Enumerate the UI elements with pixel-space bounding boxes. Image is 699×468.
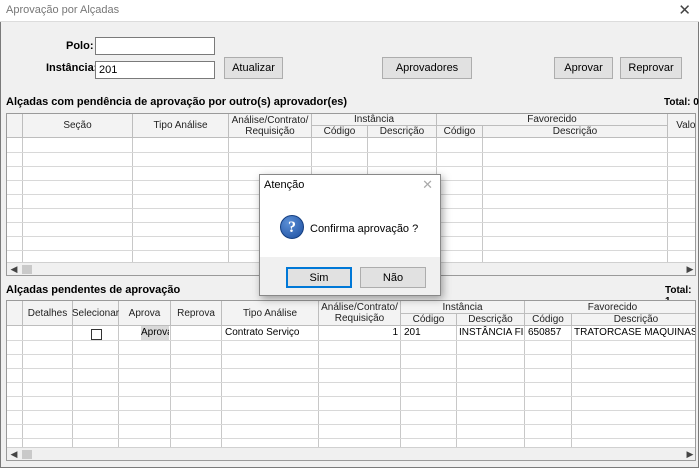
grid2-header-inst-codigo[interactable]: Código — [401, 314, 457, 326]
grid2-title: Alçadas pendentes de aprovação — [6, 284, 181, 296]
question-icon: ? — [280, 215, 304, 239]
aprovar-button[interactable]: Aprovar — [554, 57, 613, 79]
grid2-header-reprova[interactable]: Reprova — [171, 301, 222, 326]
grid-line — [7, 340, 695, 341]
grid1-total: Total: 0 — [664, 97, 699, 108]
grid1-header-analise[interactable]: Análise/Contrato/ Requisição — [229, 114, 312, 138]
grid-line — [228, 138, 229, 262]
grid2-header-selecionar[interactable]: Selecionar — [72, 301, 119, 326]
grid1-header-fav-codigo[interactable]: Código — [437, 126, 483, 138]
grid-line — [7, 152, 695, 153]
tipo-analise-cell: Contrato Serviço — [225, 327, 300, 338]
grid-line — [170, 326, 171, 448]
scroll-right-icon[interactable]: ▶ — [683, 448, 695, 460]
grid-line — [7, 382, 695, 383]
grid-line — [7, 368, 695, 369]
grid2-header-inst-descricao[interactable]: Descrição — [457, 314, 525, 326]
grid1-header-instancia: Instância — [312, 114, 437, 126]
grid2-header-favorecido: Favorecido — [525, 301, 695, 314]
close-icon[interactable]: ✕ — [422, 177, 433, 193]
scroll-right-icon[interactable]: ▶ — [683, 263, 695, 275]
grid-line — [221, 326, 222, 448]
scroll-thumb[interactable] — [22, 450, 32, 459]
polo-label: Polo: — [66, 40, 94, 52]
grid1-title: Alçadas com pendência de aprovação por o… — [6, 96, 348, 108]
title-bar: Aprovação por Alçadas ✕ — [0, 0, 699, 22]
grid-line — [318, 326, 319, 448]
grid2-header-analise[interactable]: Análise/Contrato/ Requisição — [319, 301, 401, 326]
reprovar-button[interactable]: Reprovar — [620, 57, 682, 79]
grid2[interactable]: Detalhes Selecionar Aprova Reprova Tipo … — [6, 300, 696, 461]
grid2-header-instancia: Instância — [401, 301, 525, 314]
scroll-left-icon[interactable]: ◀ — [7, 448, 21, 460]
inst-codigo-cell: 201 — [404, 327, 421, 338]
aprovadores-button[interactable]: Aprovadores — [382, 57, 472, 79]
grid2-header-detalhes[interactable]: Detalhes — [23, 301, 73, 326]
grid1-header-valor[interactable]: Valor — [668, 114, 695, 138]
grid2-header-tipo-analise[interactable]: Tipo Análise — [222, 301, 319, 326]
grid1-header-inst-codigo[interactable]: Código — [312, 126, 368, 138]
grid-line — [482, 138, 483, 262]
grid1-header-inst-descricao[interactable]: Descrição — [368, 126, 437, 138]
grid2-header-fav-codigo[interactable]: Código — [525, 314, 572, 326]
no-button[interactable]: Não — [360, 267, 426, 288]
yes-button[interactable]: Sim — [286, 267, 352, 288]
grid-line — [22, 326, 23, 448]
grid1-corner — [7, 114, 23, 138]
polo-input[interactable] — [95, 37, 215, 55]
confirm-dialog: Atenção ✕ ? Confirma aprovação ? Sim Não — [259, 174, 441, 296]
grid-line — [7, 424, 695, 425]
instancia-input[interactable]: 201 — [95, 61, 215, 79]
dialog-message: Confirma aprovação ? — [310, 223, 419, 235]
dialog-body: ? Confirma aprovação ? — [260, 195, 440, 257]
grid-line — [132, 138, 133, 262]
aprova-cell[interactable]: Aprova — [141, 326, 169, 340]
grid-line — [7, 438, 695, 439]
atualizar-button[interactable]: Atualizar — [224, 57, 283, 79]
grid1-header-favorecido: Favorecido — [437, 114, 668, 126]
grid2-corner — [7, 301, 23, 326]
close-icon[interactable]: ✕ — [678, 1, 691, 19]
grid-line — [667, 138, 668, 262]
grid2-header-aprova[interactable]: Aprova — [119, 301, 171, 326]
grid-line — [7, 166, 695, 167]
fav-descricao-cell: TRATORCASE MAQUINAS AGF — [574, 327, 696, 338]
grid2-header-fav-descricao[interactable]: Descrição — [572, 314, 695, 326]
instancia-label: Instância: — [46, 62, 98, 74]
grid1-header-secao[interactable]: Seção — [23, 114, 133, 138]
grid-line — [118, 326, 119, 448]
grid-line — [7, 396, 695, 397]
scroll-thumb[interactable] — [22, 265, 32, 274]
grid2-hscrollbar[interactable]: ◀ ▶ — [7, 447, 695, 460]
grid-line — [571, 326, 572, 448]
grid-line — [400, 326, 401, 448]
dialog-title: Atenção — [264, 179, 305, 191]
window-title: Aprovação por Alçadas — [6, 4, 120, 16]
analise-cell: 1 — [392, 327, 398, 338]
grid1-header-fav-descricao[interactable]: Descrição — [483, 126, 668, 138]
selecionar-checkbox[interactable] — [91, 329, 102, 340]
grid-line — [7, 410, 695, 411]
grid1-header-tipo-analise[interactable]: Tipo Análise — [133, 114, 229, 138]
inst-descricao-cell: INSTÂNCIA FIVE — [459, 327, 523, 338]
grid-line — [524, 326, 525, 448]
grid-line — [72, 326, 73, 448]
grid-line — [22, 138, 23, 262]
dialog-title-bar: Atenção ✕ — [260, 175, 440, 195]
scroll-left-icon[interactable]: ◀ — [7, 263, 21, 275]
fav-codigo-cell: 650857 — [528, 327, 562, 338]
grid-line — [7, 354, 695, 355]
grid-line — [456, 326, 457, 448]
